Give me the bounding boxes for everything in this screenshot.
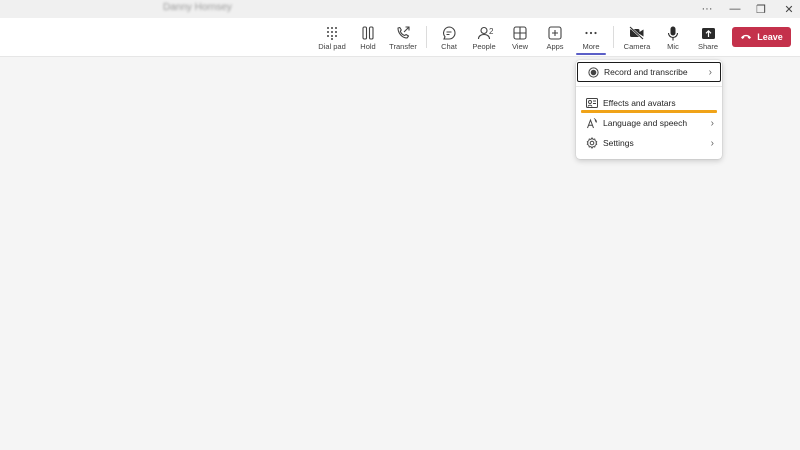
language-icon (586, 117, 598, 129)
gear-icon (586, 137, 598, 149)
caller-name: Danny Hornsey (163, 2, 232, 13)
window-more-button[interactable]: ··· (694, 0, 720, 18)
camera-off-icon (627, 25, 647, 41)
view-button[interactable]: View (502, 18, 538, 57)
mic-button[interactable]: Mic (655, 18, 691, 57)
more-label: More (582, 42, 600, 51)
more-button[interactable]: More (573, 18, 609, 57)
apps-label: Apps (546, 42, 564, 51)
hold-label: Hold (360, 42, 376, 51)
hold-button[interactable]: Hold (350, 18, 386, 57)
chevron-right-icon: › (708, 66, 712, 78)
chat-button[interactable]: Chat (431, 18, 467, 57)
dial-pad-label: Dial pad (318, 42, 346, 51)
grid-view-icon (510, 25, 530, 41)
dial-pad-button[interactable]: Dial pad (314, 18, 350, 57)
camera-button[interactable]: Camera (619, 18, 655, 57)
record-icon (587, 66, 599, 78)
leave-button[interactable]: Leave (732, 27, 791, 47)
menu-item-language-and-speech[interactable]: Language and speech › (576, 113, 722, 133)
menu-item-record-and-transcribe[interactable]: Record and transcribe › (577, 62, 721, 82)
minimize-button[interactable]: — (722, 0, 748, 18)
transfer-icon (393, 25, 413, 41)
effects-icon (586, 97, 598, 109)
leave-label: Leave (757, 32, 783, 42)
more-dots-icon (581, 25, 601, 41)
chat-icon (439, 25, 459, 41)
add-apps-icon (545, 25, 565, 41)
toolbar-divider (426, 26, 427, 48)
chevron-right-icon: › (710, 117, 714, 129)
title-bar: Danny Hornsey ··· — ❐ ✕ (0, 0, 800, 18)
share-button[interactable]: Share (690, 18, 726, 57)
view-label: View (511, 42, 529, 51)
share-screen-icon (698, 25, 718, 41)
toolbar-divider (613, 26, 614, 48)
chevron-right-icon: › (710, 137, 714, 149)
hang-up-icon (740, 32, 752, 42)
record-and-transcribe-label: Record and transcribe (604, 67, 688, 77)
people-label: People (472, 42, 496, 51)
apps-button[interactable]: Apps (537, 18, 573, 57)
chat-label: Chat (441, 42, 457, 51)
language-and-speech-label: Language and speech (603, 118, 688, 128)
highlight-underline (581, 110, 717, 113)
effects-and-avatars-label: Effects and avatars (603, 98, 676, 108)
restore-button[interactable]: ❐ (748, 0, 774, 18)
close-button[interactable]: ✕ (776, 0, 800, 18)
call-toolbar: Dial pad Hold Transfer Chat People 2 Vie… (0, 18, 800, 57)
transfer-button[interactable]: Transfer (385, 18, 421, 57)
settings-label: Settings (603, 138, 634, 148)
mic-icon (663, 25, 683, 41)
menu-item-settings[interactable]: Settings › (576, 133, 722, 153)
people-button[interactable]: People (466, 18, 502, 57)
transfer-label: Transfer (389, 42, 417, 51)
pause-icon (358, 25, 378, 41)
more-active-indicator (576, 53, 606, 55)
camera-label: Camera (623, 42, 651, 51)
mic-label: Mic (667, 42, 679, 51)
share-label: Share (697, 42, 718, 51)
people-count-badge: 2 (489, 27, 494, 36)
dial-pad-icon (322, 25, 342, 41)
menu-divider (576, 86, 722, 87)
